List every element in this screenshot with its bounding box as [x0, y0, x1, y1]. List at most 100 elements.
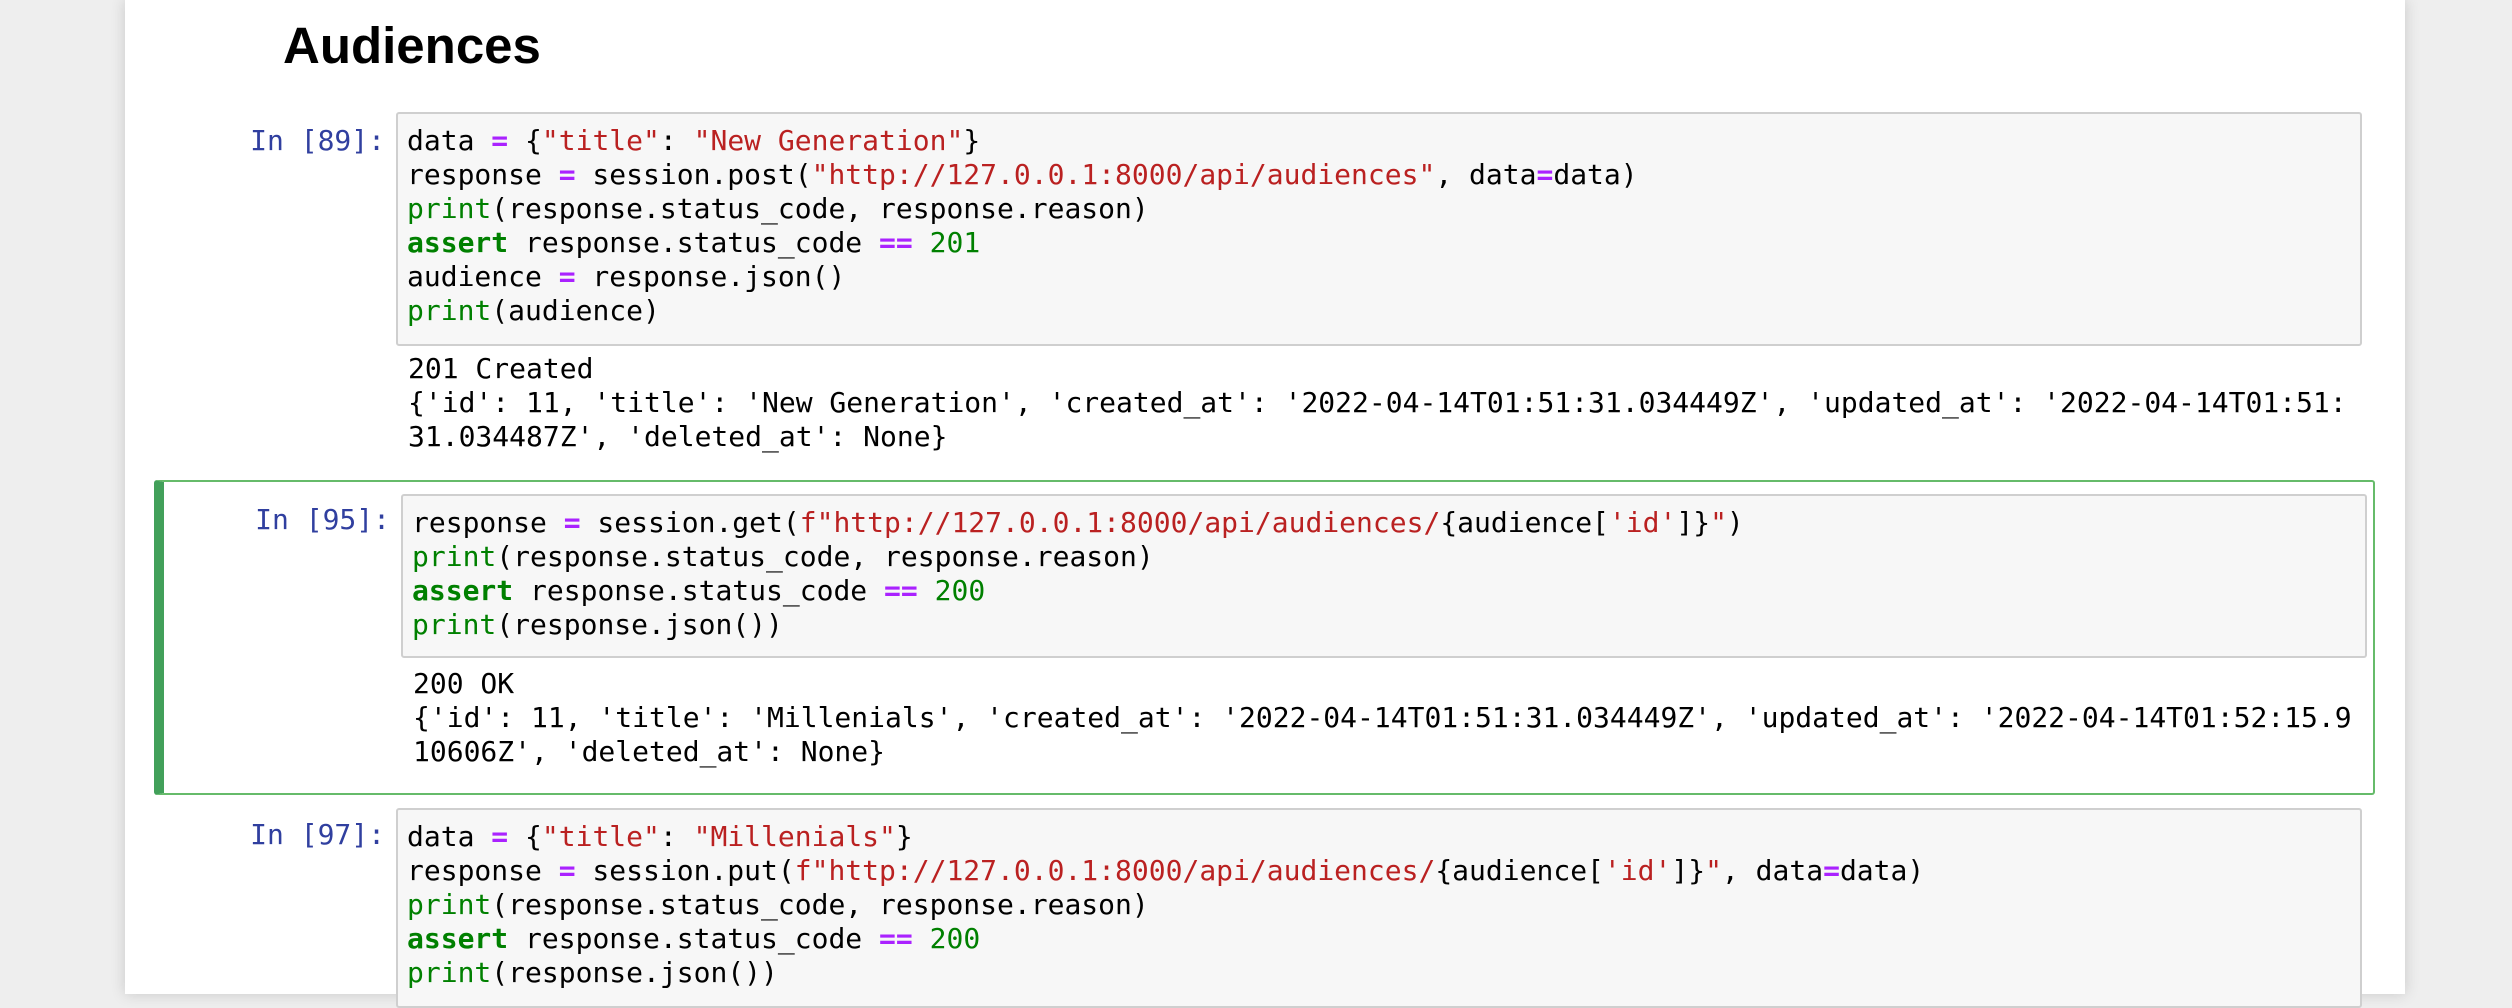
- code-token: }: [963, 124, 981, 157]
- code-editor[interactable]: data = {"title": "New Generation"} respon…: [396, 112, 2362, 346]
- code-token: print: [412, 608, 497, 641]
- code-token: :: [659, 124, 694, 157]
- code-token: }: [895, 820, 913, 853]
- code-line: response = session.post("http://127.0.0.…: [407, 158, 2351, 192]
- code-token: session.get(: [580, 506, 800, 539]
- input-prompt: In [89]:: [250, 124, 385, 157]
- code-cell-97[interactable]: In [97]: data = {"title": "Millenials"} r…: [160, 800, 2375, 1008]
- code-token: "title": [541, 820, 660, 853]
- output-line: 200 OK: [413, 667, 515, 700]
- code-line: print(response.status_code, response.rea…: [407, 192, 2351, 226]
- code-token: =: [1823, 854, 1840, 887]
- code-line: print(response.status_code, response.rea…: [407, 888, 2351, 922]
- code-token: response.status_code: [508, 226, 880, 259]
- code-line: response = session.get(f"http://127.0.0.…: [412, 506, 2356, 540]
- section-heading: Audiences: [283, 17, 541, 74]
- code-token: assert: [412, 574, 514, 607]
- code-token: (response.status_code, response.reason): [491, 888, 1149, 921]
- code-token: "Millenials": [693, 820, 896, 853]
- output-line: 10606Z', 'deleted_at': None}: [413, 735, 886, 768]
- code-token: 200: [934, 574, 986, 607]
- code-token: ": [1710, 506, 1727, 539]
- code-token: {: [508, 820, 542, 853]
- code-token: 'id': [1603, 854, 1672, 887]
- code-token: =: [558, 158, 576, 191]
- cell-output: 200 OK {'id': 11, 'title': 'Millenials', …: [413, 667, 2373, 777]
- input-prompt: In [95]:: [255, 503, 390, 536]
- code-token: print: [407, 192, 492, 225]
- code-token: ]}: [1671, 854, 1706, 887]
- code-token: ==: [879, 226, 913, 259]
- code-cell-89[interactable]: In [89]: data = {"title": "New Generatio…: [160, 106, 2375, 461]
- code-token: ": [1705, 854, 1722, 887]
- code-token: 201: [929, 226, 981, 259]
- code-token: , data: [1435, 158, 1537, 191]
- code-token: 'id': [1608, 506, 1677, 539]
- code-token: =: [1536, 158, 1554, 191]
- code-token: ): [1726, 506, 1744, 539]
- code-token: audience: [407, 260, 559, 293]
- output-line: 201 Created: [408, 352, 594, 385]
- code-token: , data: [1721, 854, 1824, 887]
- code-token: :: [659, 820, 694, 853]
- code-token: =: [491, 820, 509, 853]
- code-line: data = {"title": "New Generation"}: [407, 124, 2351, 158]
- code-token: ==: [884, 574, 918, 607]
- code-token: =: [491, 124, 509, 157]
- code-editor[interactable]: response = session.get(f"http://127.0.0.…: [401, 494, 2367, 658]
- code-token: data: [407, 820, 492, 853]
- code-token: f"http://127.0.0.1:8000/api/audiences/: [799, 506, 1441, 539]
- code-token: response.json(): [575, 260, 846, 293]
- code-token: session.put(: [575, 854, 795, 887]
- code-token: {audience[: [1440, 506, 1609, 539]
- code-line: assert response.status_code == 200: [412, 574, 2356, 608]
- code-token: data: [407, 124, 492, 157]
- code-token: "New Generation": [693, 124, 964, 157]
- code-token: response: [412, 506, 564, 539]
- code-token: (response.status_code, response.reason): [491, 192, 1149, 225]
- code-token: assert: [407, 922, 509, 955]
- code-token: =: [563, 506, 581, 539]
- code-token: print: [412, 540, 497, 573]
- code-token: data): [1553, 158, 1638, 191]
- code-cell-95[interactable]: In [95]: response = session.get(f"http:/…: [154, 480, 2375, 795]
- code-line: assert response.status_code == 201: [407, 226, 2351, 260]
- code-token: (response.json()): [496, 608, 783, 641]
- code-editor[interactable]: data = {"title": "Millenials"} response =…: [396, 808, 2362, 1008]
- code-line: assert response.status_code == 200: [407, 922, 2351, 956]
- code-token: {: [508, 124, 542, 157]
- code-token: 200: [929, 922, 981, 955]
- code-line: print(response.status_code, response.rea…: [412, 540, 2356, 574]
- code-token: =: [558, 260, 576, 293]
- code-token: ==: [879, 922, 913, 955]
- output-line: {'id': 11, 'title': 'Millenials', 'creat…: [413, 701, 2352, 734]
- code-token: response.status_code: [508, 922, 880, 955]
- code-token: ]}: [1676, 506, 1711, 539]
- code-line: print(response.json()): [407, 956, 2351, 990]
- code-token: assert: [407, 226, 509, 259]
- code-token: f"http://127.0.0.1:8000/api/audiences/: [794, 854, 1436, 887]
- code-line: response = session.put(f"http://127.0.0.…: [407, 854, 2351, 888]
- code-token: response: [407, 158, 559, 191]
- code-token: (audience): [491, 294, 660, 327]
- code-token: (response.json()): [491, 956, 778, 989]
- input-prompt: In [97]:: [250, 818, 385, 851]
- code-token: print: [407, 294, 492, 327]
- output-line: {'id': 11, 'title': 'New Generation', 'c…: [408, 386, 2347, 419]
- code-token: (response.status_code, response.reason): [496, 540, 1154, 573]
- code-token: "http://127.0.0.1:8000/api/audiences": [811, 158, 1436, 191]
- code-token: response.status_code: [513, 574, 885, 607]
- code-token: "title": [541, 124, 660, 157]
- code-token: response: [407, 854, 559, 887]
- code-line: print(audience): [407, 294, 2351, 328]
- code-token: {audience[: [1435, 854, 1604, 887]
- code-token: session.post(: [575, 158, 812, 191]
- code-token: print: [407, 888, 492, 921]
- code-line: audience = response.json(): [407, 260, 2351, 294]
- code-token: =: [558, 854, 576, 887]
- cell-output: 201 Created {'id': 11, 'title': 'New Gene…: [408, 352, 2368, 462]
- code-line: print(response.json()): [412, 608, 2356, 642]
